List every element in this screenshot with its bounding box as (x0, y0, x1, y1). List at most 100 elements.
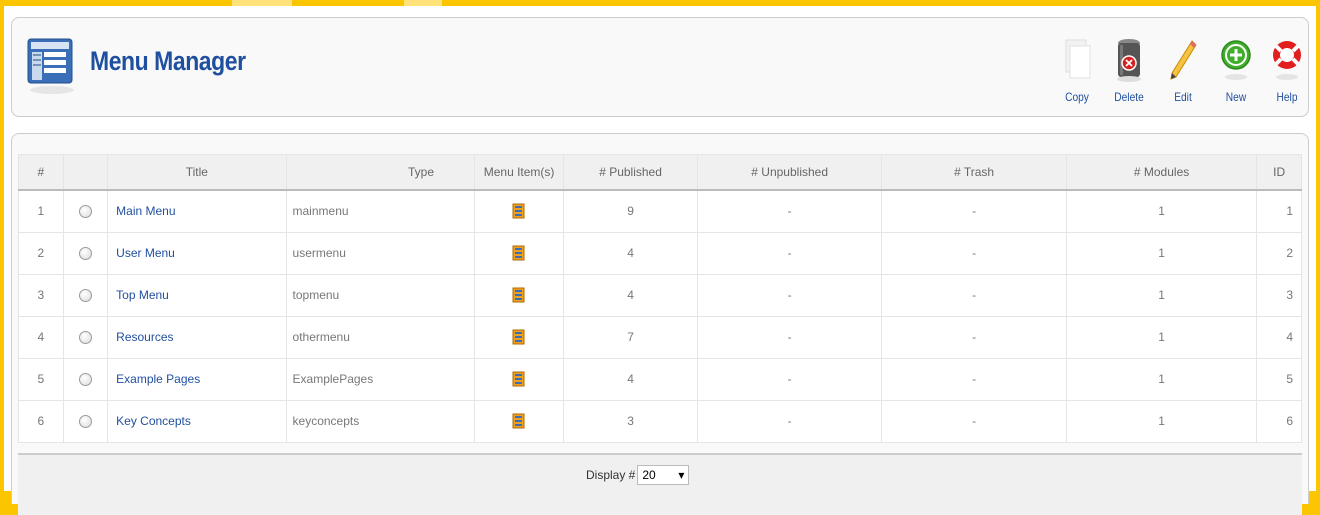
menu-title-link[interactable]: User Menu (116, 246, 175, 260)
new-button[interactable]: New (1213, 34, 1259, 104)
row-number: 2 (18, 231, 64, 275)
row-number: 6 (18, 399, 64, 443)
row-unpublished: - (696, 357, 883, 401)
radio-button[interactable] (78, 373, 92, 387)
row-type: topmenu (285, 273, 476, 317)
new-label: New (1225, 90, 1247, 104)
row-modules: 1 (1065, 273, 1258, 317)
col-title[interactable]: Title (107, 154, 287, 191)
table-row: 2 User Menu usermenu 4 - - 1 2 (18, 231, 1302, 275)
col-select (62, 154, 109, 191)
menu-items-icon[interactable] (512, 413, 526, 429)
row-menu-items-cell (473, 273, 565, 317)
row-trash: - (881, 273, 1067, 317)
menu-items-icon[interactable] (512, 371, 526, 387)
row-trash: - (881, 231, 1067, 275)
row-number: 5 (18, 357, 64, 401)
row-radio[interactable] (62, 273, 109, 317)
row-unpublished: - (696, 189, 883, 233)
radio-button[interactable] (78, 331, 92, 345)
row-type: keyconcepts (285, 399, 476, 443)
radio-button[interactable] (78, 289, 92, 303)
row-title-cell: Example Pages (107, 357, 287, 401)
menu-items-icon[interactable] (512, 287, 526, 303)
row-unpublished: - (696, 399, 883, 443)
radio-button[interactable] (78, 247, 92, 261)
row-modules: 1 (1065, 315, 1258, 359)
lifebuoy-icon (1269, 34, 1305, 86)
row-modules: 1 (1065, 357, 1258, 401)
col-trash: # Trash (881, 154, 1067, 191)
menu-items-icon[interactable] (512, 329, 526, 345)
col-published: # Published (563, 154, 698, 191)
row-id: 3 (1256, 273, 1302, 317)
row-trash: - (881, 357, 1067, 401)
menu-title-link[interactable]: Resources (116, 330, 173, 344)
admin-frame: Menu Manager Copy Delete Edit New Help #… (4, 6, 1316, 515)
copy-button[interactable]: Copy (1054, 34, 1100, 104)
chevron-down-icon: ▾ (678, 468, 685, 482)
row-id: 2 (1256, 231, 1302, 275)
row-menu-items-cell (473, 315, 565, 359)
menu-title-link[interactable]: Top Menu (116, 288, 169, 302)
row-radio[interactable] (62, 231, 109, 275)
row-modules: 1 (1065, 399, 1258, 443)
table-row: 1 Main Menu mainmenu 9 - - 1 1 (18, 189, 1302, 233)
col-modules: # Modules (1065, 154, 1258, 191)
row-trash: - (881, 315, 1067, 359)
row-type: usermenu (285, 231, 476, 275)
menu-items-icon[interactable] (512, 203, 526, 219)
row-radio[interactable] (62, 189, 109, 233)
row-published: 9 (563, 189, 698, 233)
list-panel: # Title Type Menu Item(s) # Published # … (11, 133, 1309, 515)
row-menu-items-cell (473, 231, 565, 275)
col-num: # (18, 154, 64, 191)
row-title-cell: Key Concepts (107, 399, 287, 443)
row-published: 3 (563, 399, 698, 443)
col-unpublished: # Unpublished (696, 154, 883, 191)
table-row: 6 Key Concepts keyconcepts 3 - - 1 6 (18, 399, 1302, 443)
row-radio[interactable] (62, 399, 109, 443)
help-button[interactable]: Help (1264, 34, 1310, 104)
row-unpublished: - (696, 273, 883, 317)
row-published: 7 (563, 315, 698, 359)
delete-button[interactable]: Delete (1106, 34, 1152, 104)
col-menu-items: Menu Item(s) (473, 154, 565, 191)
col-id[interactable]: ID (1256, 154, 1302, 191)
row-unpublished: - (696, 315, 883, 359)
menu-title-link[interactable]: Example Pages (116, 372, 200, 386)
menu-table: # Title Type Menu Item(s) # Published # … (18, 154, 1302, 443)
menu-title-link[interactable]: Main Menu (116, 204, 175, 218)
row-type: ExamplePages (285, 357, 476, 401)
row-menu-items-cell (473, 357, 565, 401)
edit-button[interactable]: Edit (1160, 34, 1206, 104)
row-number: 3 (18, 273, 64, 317)
radio-button[interactable] (78, 205, 92, 219)
row-radio[interactable] (62, 315, 109, 359)
menu-title-link[interactable]: Key Concepts (116, 414, 191, 428)
trash-can-icon (1111, 34, 1147, 86)
col-type[interactable]: Type (285, 154, 476, 191)
row-id: 6 (1256, 399, 1302, 443)
table-body: 1 Main Menu mainmenu 9 - - 1 1 2 User Me… (18, 189, 1302, 443)
display-limit: Display # 20 ▾ (586, 465, 690, 485)
row-id: 4 (1256, 315, 1302, 359)
page-title: Menu Manager (90, 46, 246, 76)
row-title-cell: Resources (107, 315, 287, 359)
row-title-cell: Main Menu (107, 189, 287, 233)
radio-button[interactable] (78, 415, 92, 429)
display-select[interactable]: 20 ▾ (637, 465, 690, 485)
delete-label: Delete (1114, 90, 1144, 104)
row-modules: 1 (1065, 189, 1258, 233)
plus-circle-icon (1218, 34, 1254, 86)
row-id: 1 (1256, 189, 1302, 233)
row-title-cell: User Menu (107, 231, 287, 275)
menu-items-icon[interactable] (512, 245, 526, 261)
row-radio[interactable] (62, 357, 109, 401)
copy-icon (1059, 34, 1095, 86)
row-id: 5 (1256, 357, 1302, 401)
row-modules: 1 (1065, 231, 1258, 275)
row-published: 4 (563, 273, 698, 317)
row-title-cell: Top Menu (107, 273, 287, 317)
row-published: 4 (563, 231, 698, 275)
